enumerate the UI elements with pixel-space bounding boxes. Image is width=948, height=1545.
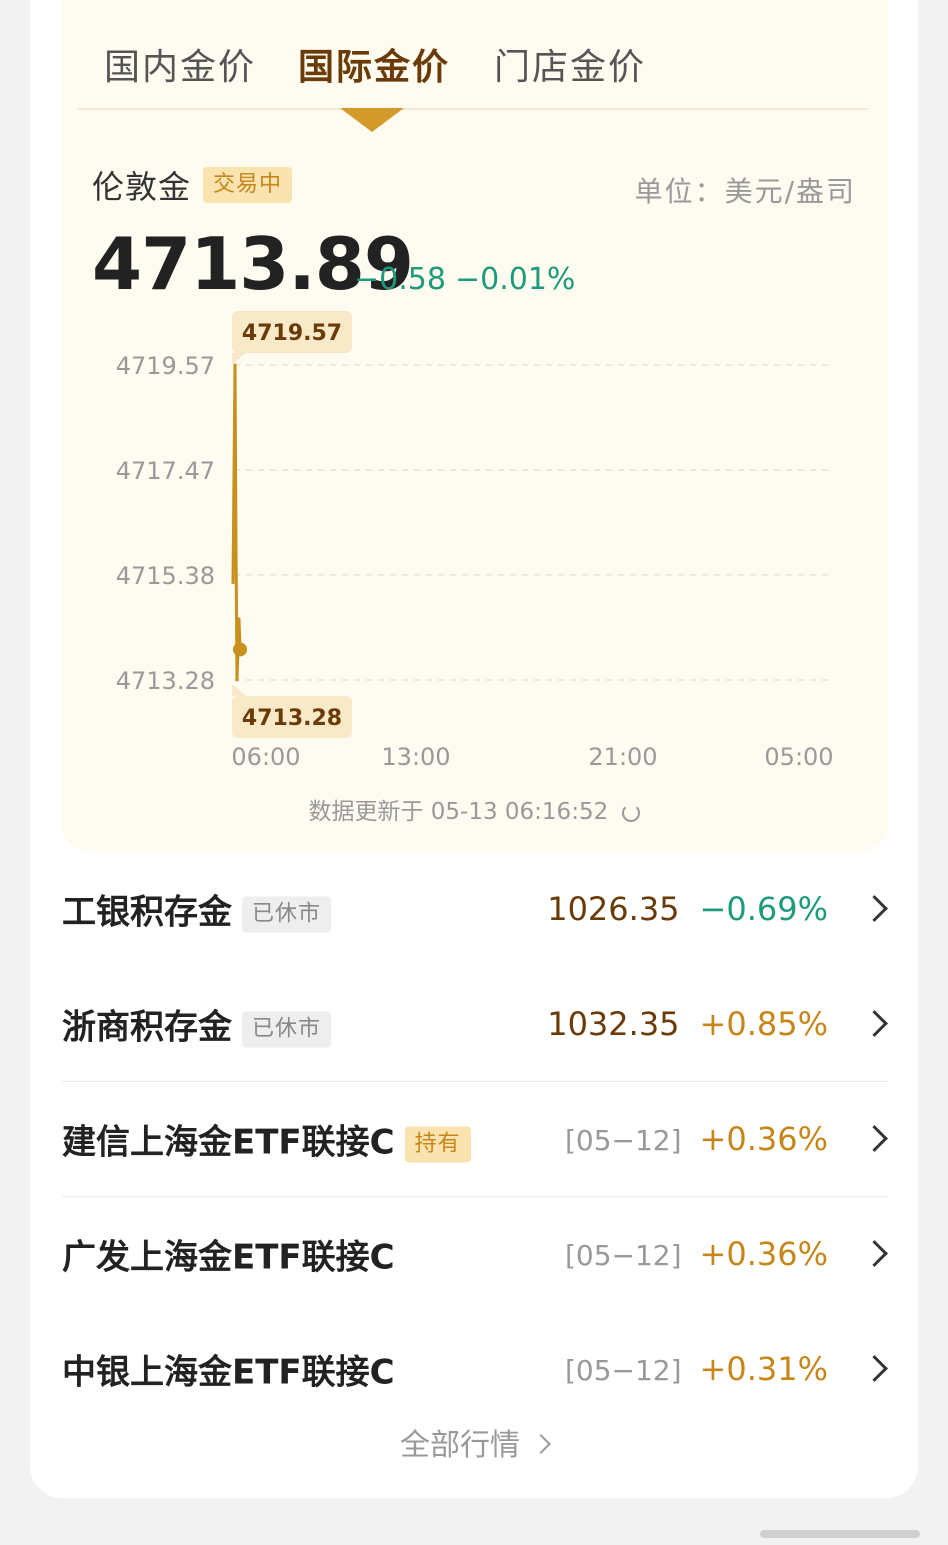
y-tick-label: 4719.57: [116, 352, 215, 380]
list-item-name: 广发上海金ETF联接C: [62, 1237, 395, 1278]
list-item-icbc-gold[interactable]: 工银积存金 已休市 1026.35 −0.69%: [62, 852, 888, 966]
list-item-gf-etf[interactable]: 广发上海金ETF联接C [05−12] +0.36%: [62, 1197, 888, 1311]
tab-domestic-gold[interactable]: 国内金价: [104, 38, 256, 90]
update-time-text: 数据更新于 05-13 06:16:52: [308, 799, 609, 825]
y-tick-label: 4717.47: [116, 457, 215, 485]
price-chart-svg: 4719.57 4717.47 4715.38 4713.28 06:00 13:00 21…: [116, 311, 834, 771]
home-indicator: [760, 1530, 920, 1538]
list-item-quote: [05−12] +0.36%: [565, 1120, 828, 1158]
x-tick-label: 05:00: [764, 743, 833, 771]
low-callout-pointer: [232, 684, 246, 696]
list-item-boc-etf[interactable]: 中银上海金ETF联接C [05−12] +0.31%: [62, 1312, 888, 1426]
active-tab-pointer-icon: [340, 108, 404, 132]
status-badge: 交易中: [203, 167, 293, 203]
high-callout-pointer: [232, 353, 246, 365]
market-closed-badge: 已休市: [242, 1011, 332, 1047]
price-change: −0.58: [354, 262, 446, 297]
list-item-quote: 1032.35 +0.85%: [547, 1005, 828, 1043]
market-name: 伦敦金: [92, 168, 192, 206]
x-tick-label: 06:00: [231, 743, 300, 771]
tab-store-gold[interactable]: 门店金价: [494, 38, 646, 90]
list-item-czb-gold[interactable]: 浙商积存金 已休市 1032.35 +0.85%: [62, 967, 888, 1081]
list-item-quote: [05−12] +0.36%: [565, 1235, 828, 1273]
list-item-quote: [05−12] +0.31%: [565, 1350, 828, 1388]
list-item-date: [05−12]: [564, 1124, 682, 1157]
list-item-percent: +0.85%: [699, 1005, 828, 1043]
unit-label: 单位：美元/盎司: [634, 175, 856, 208]
all-quotes-link[interactable]: 全部行情: [0, 1420, 948, 1464]
list-item-name: 浙商积存金 已休市: [62, 1000, 332, 1049]
tab-international-gold[interactable]: 国际金价: [298, 38, 450, 90]
holding-badge: 持有: [404, 1126, 471, 1162]
list-item-name: 中银上海金ETF联接C: [62, 1352, 395, 1393]
list-item-date: [05−12]: [564, 1239, 682, 1272]
chevron-right-icon: [861, 1355, 888, 1382]
list-item-percent: +0.31%: [699, 1350, 828, 1388]
list-item-name: 建信上海金ETF联接C 持有: [62, 1115, 471, 1164]
chevron-right-icon: [861, 895, 888, 922]
list-item-value: 1026.35: [547, 890, 680, 928]
list-item-date: [05−12]: [564, 1354, 682, 1387]
x-tick-label: 13:00: [381, 743, 450, 771]
update-time: 数据更新于 05-13 06:16:52: [0, 792, 948, 826]
price-change-percent: −0.01%: [455, 262, 576, 297]
refresh-icon[interactable]: [621, 803, 640, 822]
chevron-right-icon: [861, 1240, 888, 1267]
list-item-percent: −0.69%: [699, 890, 828, 928]
low-callout-label: 4713.28: [242, 706, 342, 731]
list-item-name: 工银积存金 已休市: [62, 885, 332, 934]
list-item-value: 1032.35: [547, 1005, 680, 1043]
series-line: [231, 363, 242, 682]
list-item-ccb-etf[interactable]: 建信上海金ETF联接C 持有 [05−12] +0.36%: [62, 1082, 888, 1196]
x-tick-label: 21:00: [588, 743, 657, 771]
current-price-point: [233, 642, 247, 657]
y-tick-label: 4713.28: [116, 667, 215, 695]
market-closed-badge: 已休市: [242, 896, 332, 932]
chevron-right-icon: [861, 1010, 888, 1037]
list-item-quote: 1026.35 −0.69%: [547, 890, 828, 928]
chevron-right-icon: [531, 1433, 551, 1454]
list-item-percent: +0.36%: [699, 1235, 828, 1273]
all-quotes-label: 全部行情: [400, 1428, 520, 1463]
chevron-right-icon: [861, 1125, 888, 1152]
y-tick-label: 4715.38: [116, 562, 215, 590]
list-item-percent: +0.36%: [699, 1120, 828, 1158]
tab-divider: [78, 108, 868, 110]
price-chart[interactable]: 4719.57 4717.47 4715.38 4713.28 06:00 13:00 21…: [0, 300, 948, 780]
high-callout-label: 4719.57: [242, 321, 342, 346]
